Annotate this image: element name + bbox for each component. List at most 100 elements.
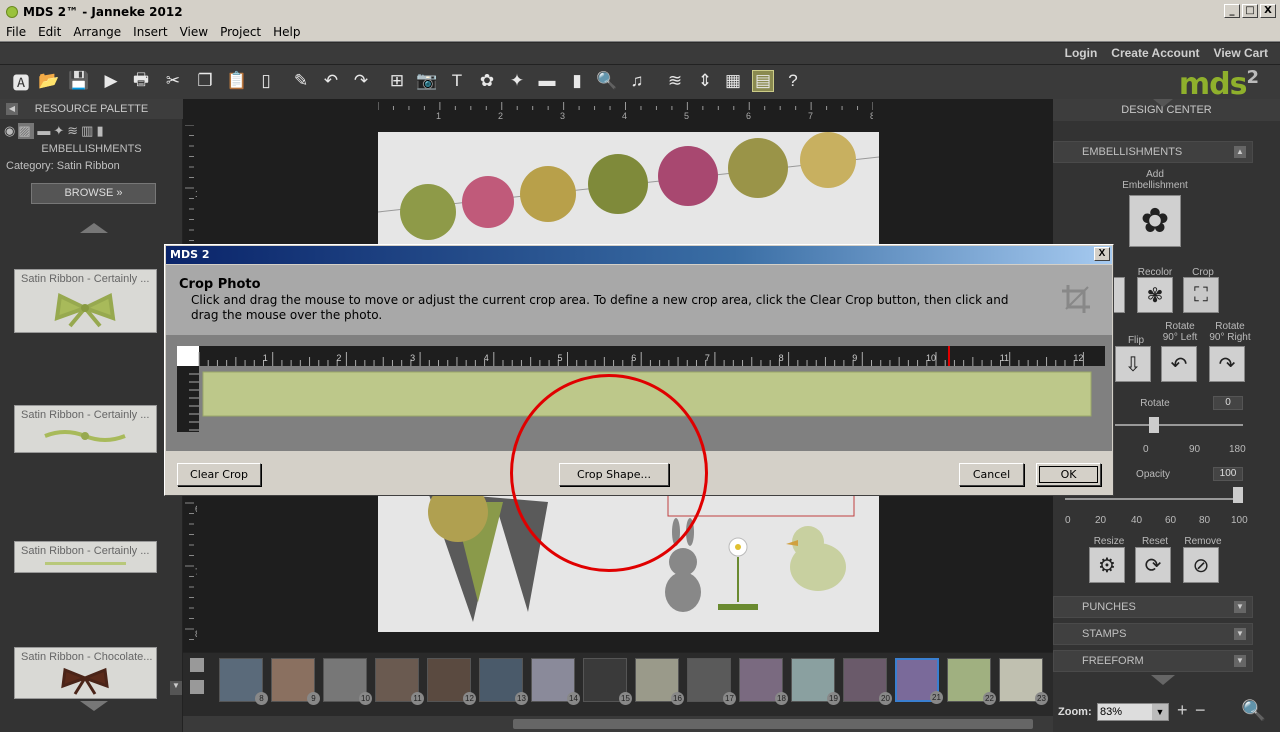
opacity-slider[interactable] [1065,498,1241,500]
redo-icon[interactable]: ↷ [350,70,372,92]
list-item[interactable]: Satin Ribbon - Certainly ... [14,541,157,573]
chevron-down-icon[interactable]: ▼ [1152,704,1168,720]
cut-icon[interactable]: ✂ [162,70,184,92]
filmstrip-thumbnail[interactable]: 15 [583,658,632,705]
scroll-down-arrow-icon[interactable] [80,701,108,711]
column-icon[interactable]: ▮ [566,70,588,92]
menu-view[interactable]: View [174,25,214,39]
rotate-slider[interactable] [1115,424,1243,426]
filmstrip-thumbnail[interactable]: 13 [479,658,528,705]
music-icon[interactable]: ♫ [626,70,648,92]
zoom-in-icon[interactable]: + [1177,700,1188,721]
menu-file[interactable]: File [0,25,32,39]
rotate-value[interactable]: 0 [1213,396,1243,410]
columns-tab-icon[interactable]: ▥ [81,123,93,139]
eye-icon[interactable]: ◉ [4,123,15,139]
ribbon-tab-icon[interactable]: ▬ [37,123,50,139]
zoom-out-icon[interactable]: − [1195,700,1206,721]
bars-tab-icon[interactable]: ▮ [96,123,103,139]
filmstrip-thumbnail[interactable]: 10 [323,658,372,705]
design-center-collapse-icon[interactable] [1153,99,1173,107]
filmstrip-thumbnail[interactable]: 12 [427,658,476,705]
close-window-button[interactable]: X [1260,4,1276,18]
filmstrip-thumbnail[interactable]: 21 [895,658,943,704]
reset-button[interactable]: ⟳ [1135,547,1171,583]
text-icon[interactable]: T [446,70,468,92]
rotate-right-button[interactable]: ↷ [1209,346,1245,382]
section-stamps[interactable]: STAMPS ▼ [1053,623,1253,645]
section-punches[interactable]: PUNCHES ▼ [1053,596,1253,618]
search-icon[interactable]: 🔍 [1241,698,1266,723]
opacity-value[interactable]: 100 [1213,467,1243,481]
undo-icon[interactable]: ↶ [320,70,342,92]
menu-arrange[interactable]: Arrange [67,25,127,39]
help-icon[interactable]: ? [782,70,804,92]
open-folder-icon[interactable]: 📂 [38,70,60,92]
paste-icon[interactable]: 📋 [226,70,248,92]
filmstrip-thumbnail[interactable]: 18 [739,658,788,705]
crop-button[interactable]: ⛶ [1183,277,1219,313]
flower-icon[interactable]: ✿ [476,70,498,92]
list-item[interactable]: Satin Ribbon - Chocolate... [14,647,157,699]
add-page-icon[interactable]: ⊞ [386,70,408,92]
shadow-button[interactable] [1113,277,1125,313]
filmstrip-thumbnail[interactable]: 11 [375,658,424,705]
ribbon-icon[interactable]: ▬ [536,70,558,92]
filmstrip-thumbnail[interactable]: 23 [999,658,1048,705]
format-painter-icon[interactable]: ✎ [290,70,312,92]
maximize-button[interactable]: □ [1242,4,1258,18]
shapes-tab-icon[interactable]: ✦ [53,123,64,139]
camera-icon[interactable]: 📷 [416,70,438,92]
shapes-icon[interactable]: ✦ [506,70,528,92]
copy-icon[interactable]: ❐ [194,70,216,92]
flip-button[interactable]: ⇩ [1115,346,1151,382]
menu-edit[interactable]: Edit [32,25,67,39]
filmstrip-view-icon[interactable] [190,658,204,672]
filmstrip-thumbnail[interactable]: 16 [635,658,684,705]
login-link[interactable]: Login [1065,46,1098,60]
filmstrip-thumbnail[interactable]: 8 [219,658,268,705]
panel-scroll-down-icon[interactable] [1151,675,1175,685]
filmstrip-thumbnail[interactable]: 17 [687,658,736,705]
list-item[interactable]: Satin Ribbon - Certainly ... [14,269,157,333]
menu-help[interactable]: Help [267,25,306,39]
grid-icon[interactable]: ▦ [722,70,744,92]
rotate-slider-handle[interactable] [1149,417,1159,433]
ok-button[interactable]: OK [1036,463,1101,486]
list-item[interactable]: Satin Ribbon - Certainly ... [14,405,157,453]
filmstrip-book-icon[interactable] [190,680,204,694]
layers-icon[interactable]: ≋ [664,70,686,92]
scroll-up-arrow-icon[interactable] [80,223,108,233]
scrollbar-thumb[interactable] [513,719,1033,729]
align-icon[interactable]: ⇕ [694,70,716,92]
filmstrip-thumbnail[interactable]: 22 [947,658,996,705]
clipboard-icon[interactable]: ▯ [255,70,277,92]
text-box-icon[interactable]: 🅰 [10,70,32,93]
horizontal-scrollbar[interactable] [183,716,1053,732]
add-embellishment-button[interactable]: ✿ [1129,195,1181,247]
create-account-link[interactable]: Create Account [1111,46,1199,60]
opacity-slider-handle[interactable] [1233,487,1243,503]
rotate-left-button[interactable]: ↶ [1161,346,1197,382]
print-icon[interactable]: 🖶 [130,70,152,92]
minimize-button[interactable]: _ [1224,4,1240,18]
scroll-down-button[interactable]: ▼ [170,681,182,695]
zoom-select[interactable]: 83% ▼ [1097,703,1169,721]
cancel-button[interactable]: Cancel [959,463,1024,486]
collapse-caret-icon[interactable]: ▲ [1234,146,1246,158]
browse-button[interactable]: BROWSE » [31,183,156,204]
recolor-button[interactable]: ✾ [1137,277,1173,313]
view-cart-link[interactable]: View Cart [1214,46,1268,60]
remove-button[interactable]: ⊘ [1183,547,1219,583]
menu-project[interactable]: Project [214,25,267,39]
layers-tab-icon[interactable]: ≋ [67,123,78,139]
zoom-search-icon[interactable]: 🔍 [596,70,618,92]
save-icon[interactable]: 💾 [68,70,90,92]
filmstrip-thumbnail[interactable]: 14 [531,658,580,705]
pattern-icon[interactable]: ▨ [18,123,35,139]
section-embellishments[interactable]: EMBELLISHMENTS ▲ [1053,141,1253,163]
filmstrip-thumbnail[interactable]: 9 [271,658,320,705]
resize-button[interactable]: ⚙ [1089,547,1125,583]
clear-crop-button[interactable]: Clear Crop [177,463,261,486]
expand-caret-icon[interactable]: ▼ [1234,601,1246,613]
